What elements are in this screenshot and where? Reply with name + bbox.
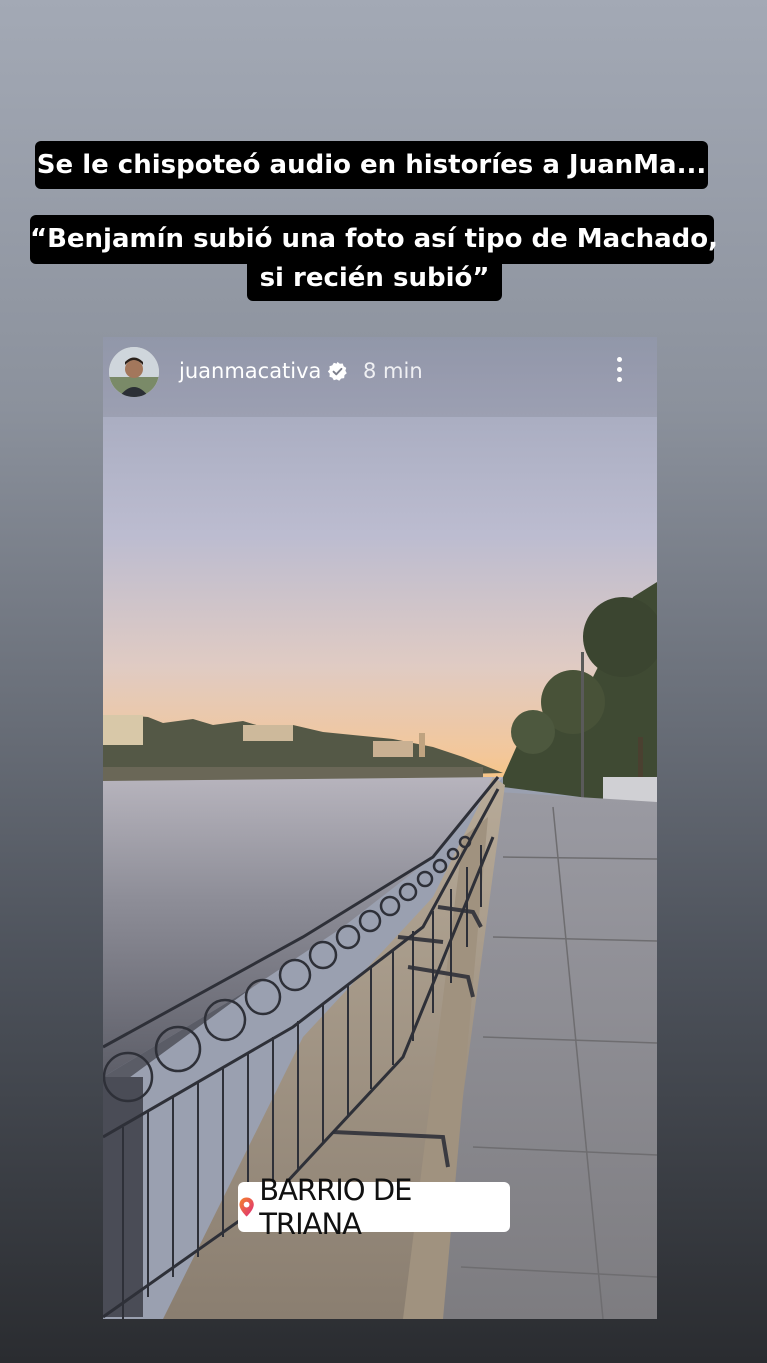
more-options-icon[interactable] (609, 357, 629, 387)
location-sticker[interactable]: BARRIO DE TRIANA (238, 1173, 510, 1241)
story-username[interactable]: juanmacativa (179, 359, 321, 383)
riverside-photo (103, 337, 657, 1319)
caption-line-3: si recién subió” (247, 262, 502, 301)
location-pin-icon (239, 1197, 254, 1217)
verified-badge-icon (327, 361, 347, 381)
instagram-story-screenshot: juanmacativa 8 min BARRIO DE TRIANA (103, 337, 657, 1319)
caption-line-1: Se le chispoteó audio en historíes a Jua… (35, 141, 708, 189)
location-sticker-label: BARRIO DE TRIANA (259, 1173, 412, 1241)
caption-line-2: “Benjamín subió una foto así tipo de Mac… (30, 215, 718, 264)
avatar[interactable] (109, 347, 159, 397)
story-time: 8 min (363, 359, 423, 383)
story-header: juanmacativa 8 min (103, 337, 657, 407)
